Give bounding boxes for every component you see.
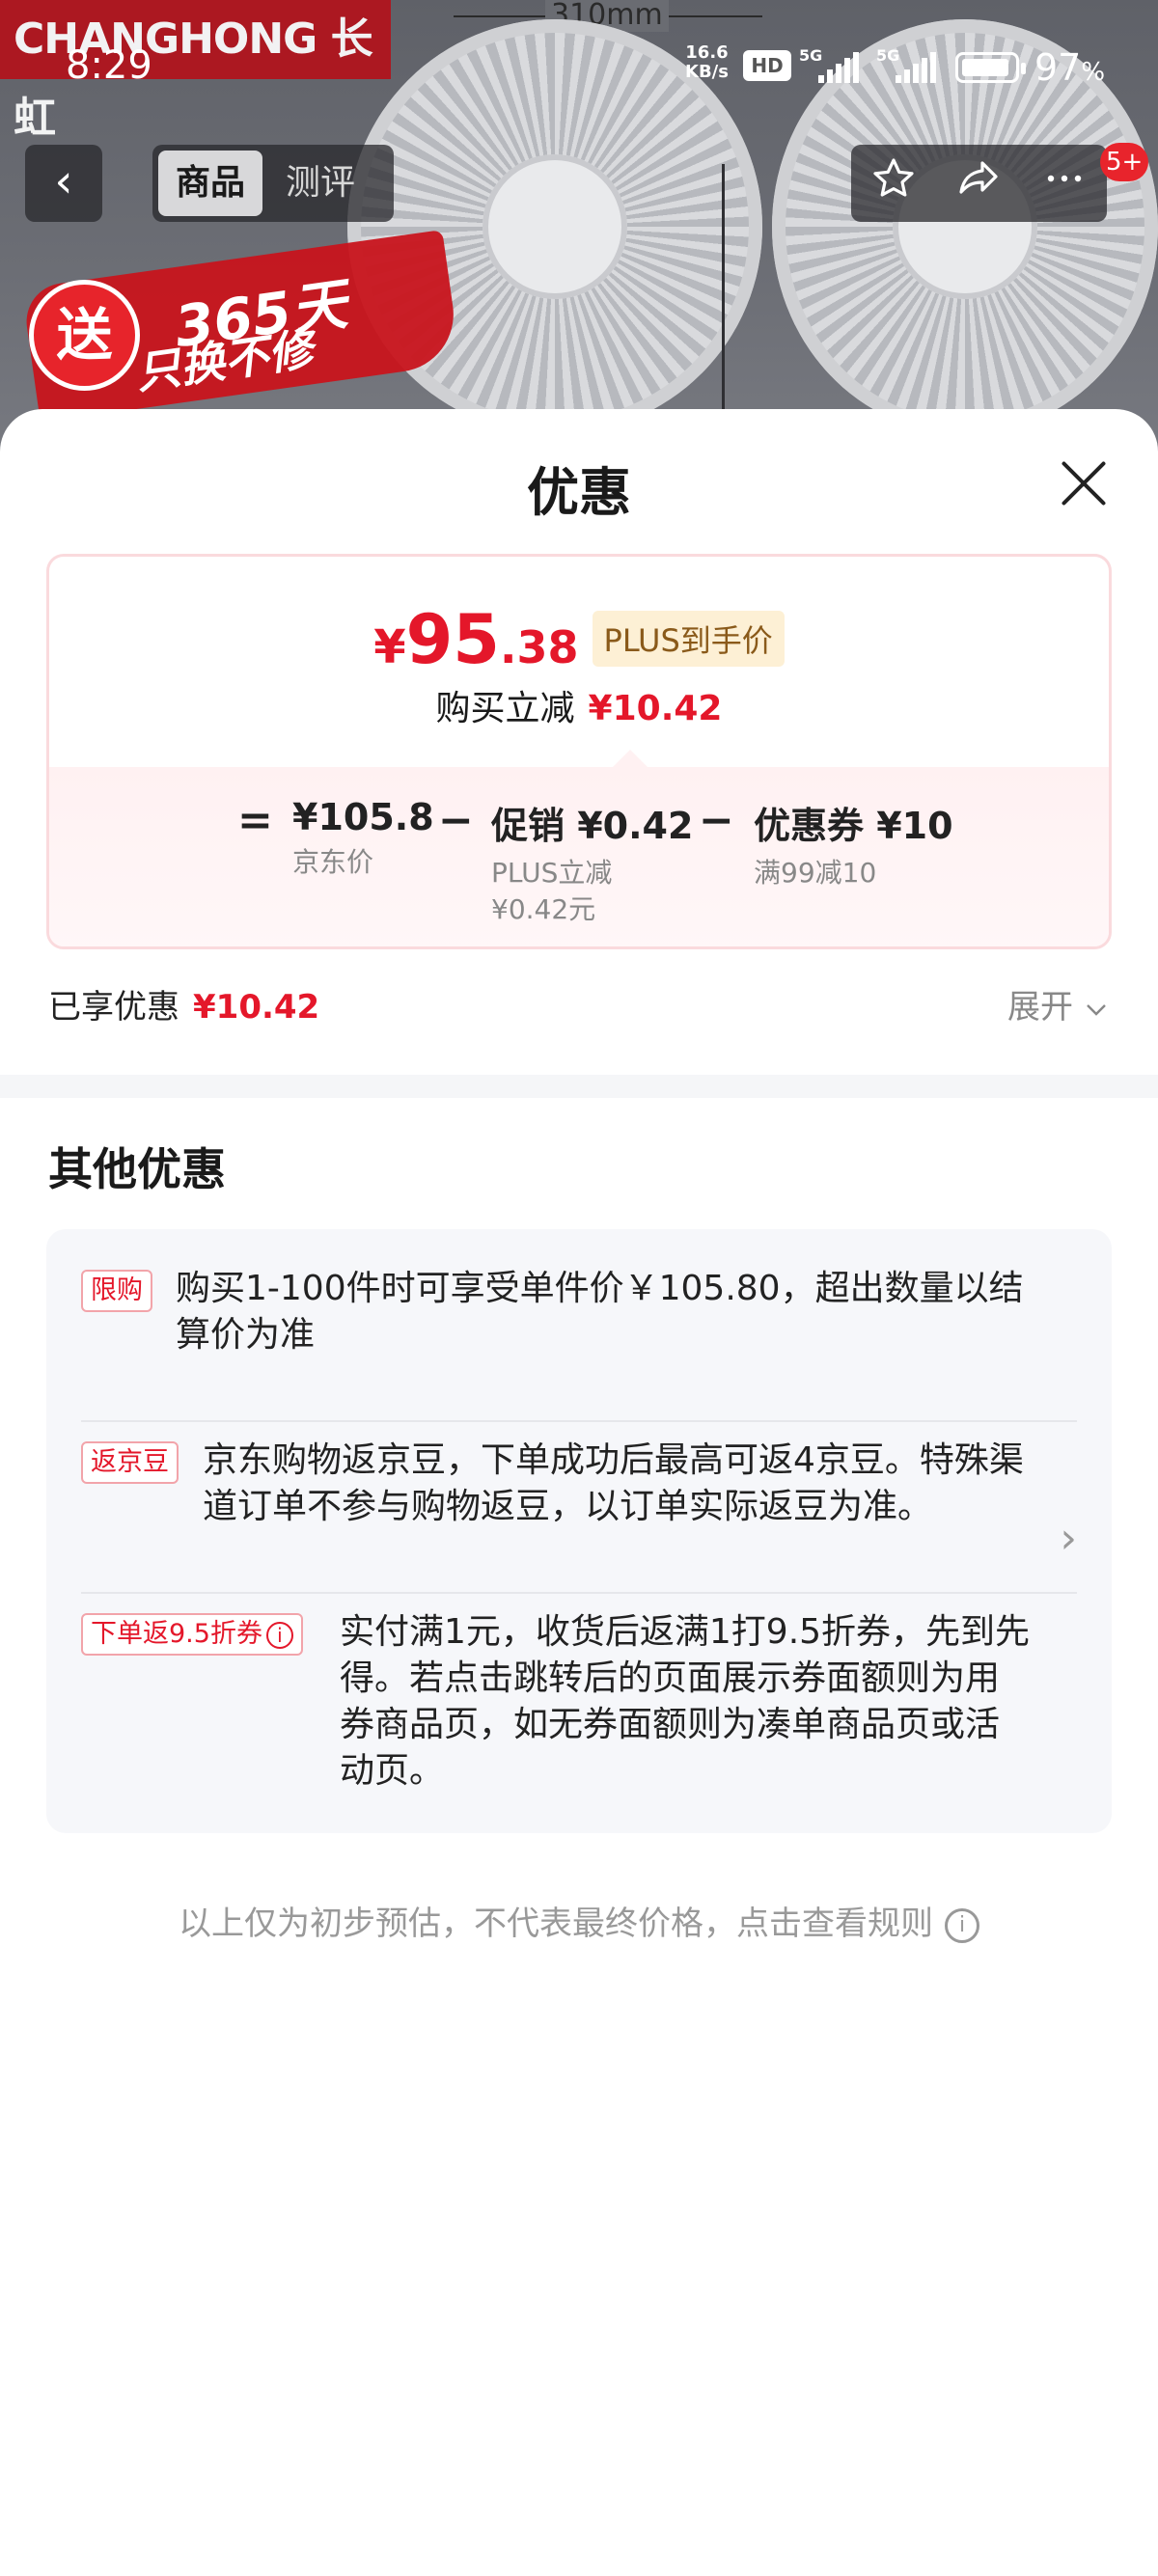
more-button[interactable] [1041, 155, 1088, 212]
back-button[interactable]: ‹ [25, 145, 102, 222]
notification-badge: 5+ [1100, 143, 1149, 181]
price-breakdown: = ¥105.8 京东价 − 促销 ¥0.42 PLUS立减 ¥0.42元 − … [49, 767, 1109, 946]
favorite-button[interactable] [870, 155, 917, 212]
discount-sheet: 优惠 ¥95.38 PLUS到手价 购买立减 ¥10.42 = ¥105.8 京东… [0, 409, 1158, 2576]
battery-icon [955, 52, 1026, 83]
info-icon: i [945, 1907, 979, 1943]
info-icon[interactable]: i [265, 1622, 293, 1649]
equals-sign: = [237, 796, 273, 845]
jd-price: ¥105.8 京东价 [292, 796, 434, 878]
tab-review[interactable]: 测评 [268, 151, 372, 216]
price-card: ¥95.38 PLUS到手价 购买立减 ¥10.42 = ¥105.8 京东价 −… [46, 554, 1112, 949]
hd-icon: HD [743, 50, 791, 81]
more-icon [1047, 175, 1082, 181]
product-tabs: 商品 测评 [152, 145, 394, 222]
minus-sign: − [699, 796, 734, 845]
offer-text: 购买1-100件时可享受单件价￥105.80，超出数量以结 算价为准 [176, 1269, 1024, 1355]
offer-tag: 下单返9.5折券 i [81, 1613, 303, 1656]
chevron-left-icon: ‹ [54, 154, 73, 208]
chevron-right-icon[interactable]: › [1060, 1514, 1077, 1563]
coupon-discount: 优惠券 ¥10 满99减10 [754, 805, 953, 889]
divider [81, 1420, 1077, 1422]
section-divider [0, 1075, 1158, 1098]
minus-sign: − [438, 796, 474, 845]
disclaimer-link[interactable]: 以上仅为初步预估，不代表最终价格，点击查看规则 i [0, 1897, 1158, 1944]
star-icon [873, 157, 914, 197]
network-speed: 16.6 KB/s [685, 42, 729, 82]
share-icon [959, 160, 999, 194]
divider [81, 1592, 1077, 1594]
promo-discount: 促销 ¥0.42 PLUS立减 ¥0.42元 [491, 805, 694, 925]
signal-icon-2 [896, 50, 938, 83]
signal-icon-1 [818, 50, 861, 83]
offer-text: 实付满1元，收货后返满1打9.5折券，先到先 得。若点击跳转后的页面展示券面额则… [340, 1612, 1031, 1791]
status-time: 8:29 [66, 43, 152, 88]
final-price: ¥95.38 [373, 600, 579, 679]
close-icon[interactable] [1054, 453, 1114, 513]
other-discounts-title: 其他优惠 [48, 1143, 226, 1195]
instant-reduce: 购买立减 ¥10.42 [435, 689, 723, 728]
status-bar: 8:29 16.6 KB/s HD 5G 5G 97% [0, 39, 1158, 96]
notch-arrow [613, 750, 648, 767]
expand-button[interactable]: 展开 [1007, 980, 1109, 1028]
other-discounts-list: 限购 购买1-100件时可享受单件价￥105.80，超出数量以结 算价为准 返京… [46, 1229, 1112, 1833]
final-price-section: ¥95.38 PLUS到手价 购买立减 ¥10.42 [49, 557, 1109, 769]
battery-percent: 97% [1034, 46, 1106, 89]
share-button[interactable] [954, 155, 1003, 212]
offer-text: 京东购物返京豆，下单成功后最高可返4京豆。特殊渠 道订单不参与购物返豆，以订单实… [203, 1440, 1024, 1526]
offer-tag: 返京豆 [81, 1441, 179, 1484]
tab-product[interactable]: 商品 [158, 151, 263, 216]
sheet-title: 优惠 [527, 462, 631, 523]
offer-tag: 限购 [81, 1270, 152, 1312]
enjoyed-discount: 已享优惠 ¥10.42 [48, 988, 320, 1027]
plus-price-tag: PLUS到手价 [592, 611, 785, 667]
chevron-down-icon [1086, 1003, 1106, 1016]
promo-badge: 送 [29, 280, 140, 391]
action-bar [851, 145, 1107, 222]
